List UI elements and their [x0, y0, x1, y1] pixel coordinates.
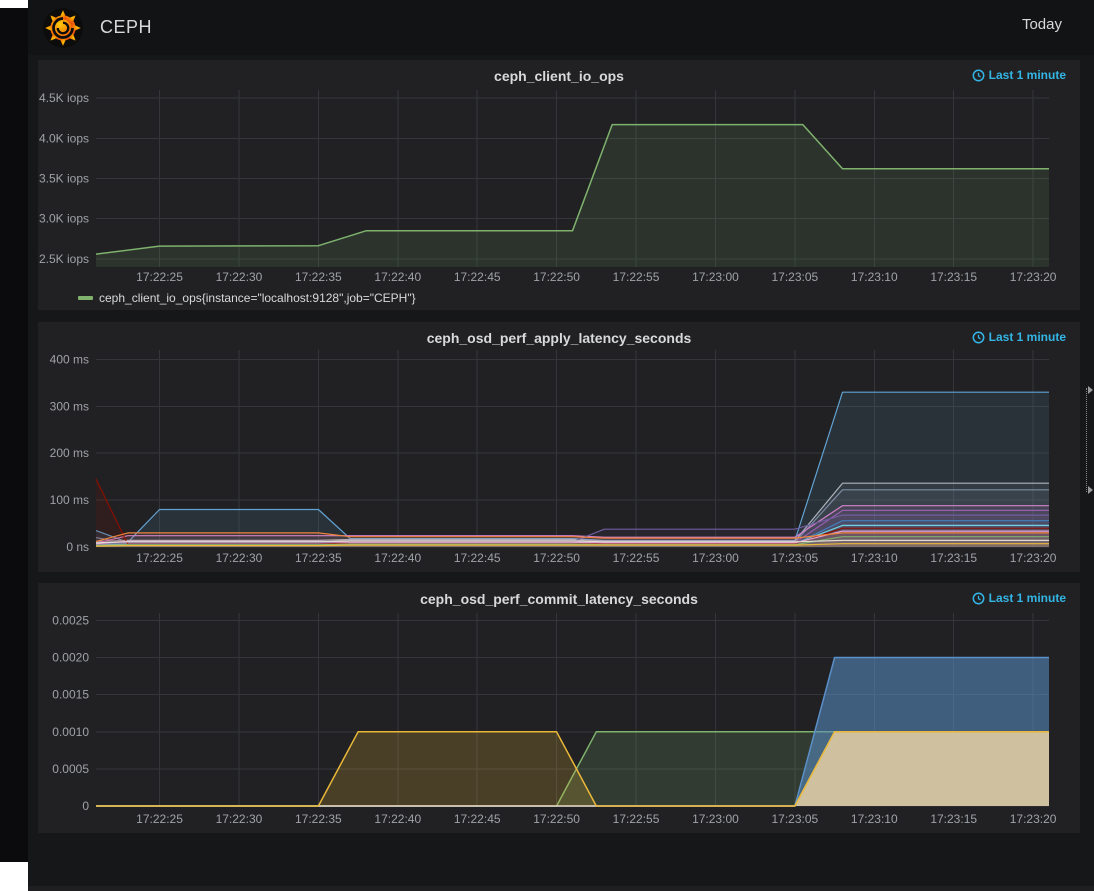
svg-text:17:22:25: 17:22:25	[136, 270, 183, 284]
svg-text:17:23:00: 17:23:00	[692, 812, 739, 826]
chart-ceph-osd-perf-commit-latency[interactable]: 17:22:25 17:22:30 17:22:35 17:22:40 17:22:45…	[38, 583, 1080, 833]
grafana-logo-icon[interactable]	[42, 7, 84, 49]
svg-text:0: 0	[82, 799, 89, 813]
svg-text:17:22:35: 17:22:35	[295, 270, 342, 284]
svg-text:17:22:40: 17:22:40	[374, 270, 421, 284]
panel-title[interactable]: ceph_client_io_ops	[38, 68, 1080, 84]
svg-text:17:22:55: 17:22:55	[613, 270, 660, 284]
panel-ceph-osd-perf-apply-latency: 17:22:25 17:22:30 17:22:35 17:22:40 17:22:45…	[38, 322, 1080, 572]
svg-text:17:22:25: 17:22:25	[136, 812, 183, 826]
time-range-badge[interactable]: Last 1 minute	[972, 68, 1066, 82]
time-picker-button[interactable]: Today	[1022, 16, 1062, 33]
svg-text:4.0K iops: 4.0K iops	[39, 131, 89, 145]
svg-text:17:23:00: 17:23:00	[692, 551, 739, 565]
time-range-label: Last 1 minute	[988, 591, 1066, 605]
legend-label: ceph_client_io_ops{instance="localhost:9…	[99, 291, 416, 305]
svg-text:17:22:50: 17:22:50	[533, 270, 580, 284]
panel-ceph-osd-perf-commit-latency: 17:22:25 17:22:30 17:22:35 17:22:40 17:22:45…	[38, 583, 1080, 833]
panel-ceph-client-io-ops: 17:22:25 17:22:30 17:22:35 17:22:40 17:22:45…	[38, 60, 1080, 310]
clock-icon	[972, 69, 985, 81]
grafana-app: CEPH Today 17:22:25 17:22:30 17:22:35 17:22…	[28, 0, 1094, 886]
dashboard-header: CEPH Today	[28, 0, 1094, 55]
svg-text:17:23:20: 17:23:20	[1010, 812, 1057, 826]
svg-text:17:23:10: 17:23:10	[851, 812, 898, 826]
svg-text:17:23:15: 17:23:15	[930, 551, 977, 565]
svg-text:17:23:15: 17:23:15	[930, 270, 977, 284]
svg-text:400 ms: 400 ms	[50, 352, 89, 366]
time-range-badge[interactable]: Last 1 minute	[972, 330, 1066, 344]
svg-text:17:22:30: 17:22:30	[216, 551, 263, 565]
svg-text:17:23:20: 17:23:20	[1010, 270, 1057, 284]
svg-text:17:22:45: 17:22:45	[454, 270, 501, 284]
svg-text:17:23:10: 17:23:10	[851, 270, 898, 284]
chart-ceph-osd-perf-apply-latency[interactable]: 17:22:25 17:22:30 17:22:35 17:22:40 17:22:45…	[38, 322, 1080, 572]
svg-text:17:22:45: 17:22:45	[454, 551, 501, 565]
svg-text:17:22:40: 17:22:40	[374, 812, 421, 826]
browser-left-edge	[0, 8, 28, 862]
svg-text:0.0015: 0.0015	[52, 688, 89, 702]
svg-text:100 ms: 100 ms	[50, 493, 89, 507]
time-range-label: Last 1 minute	[988, 68, 1066, 82]
svg-text:17:23:00: 17:23:00	[692, 270, 739, 284]
svg-text:17:22:55: 17:22:55	[613, 812, 660, 826]
svg-text:17:23:05: 17:23:05	[772, 270, 819, 284]
svg-text:17:22:30: 17:22:30	[216, 812, 263, 826]
svg-text:17:23:20: 17:23:20	[1010, 551, 1057, 565]
dashboard-title: CEPH	[100, 17, 153, 37]
svg-text:200 ms: 200 ms	[50, 446, 89, 460]
svg-text:0.0025: 0.0025	[52, 613, 89, 627]
legend-color-marker	[78, 296, 93, 300]
svg-text:17:23:05: 17:23:05	[772, 812, 819, 826]
panel-title[interactable]: ceph_osd_perf_commit_latency_seconds	[38, 591, 1080, 607]
svg-text:2.5K iops: 2.5K iops	[39, 252, 89, 266]
legend-item[interactable]: ceph_client_io_ops{instance="localhost:9…	[78, 291, 416, 305]
browser-bottom-edge	[28, 886, 1094, 891]
svg-text:0.0005: 0.0005	[52, 762, 89, 776]
svg-text:0.0010: 0.0010	[52, 725, 89, 739]
svg-text:3.0K iops: 3.0K iops	[39, 212, 89, 226]
time-range-label: Last 1 minute	[988, 330, 1066, 344]
svg-text:17:22:25: 17:22:25	[136, 551, 183, 565]
svg-text:17:23:10: 17:23:10	[851, 551, 898, 565]
svg-text:17:22:35: 17:22:35	[295, 551, 342, 565]
svg-text:4.5K iops: 4.5K iops	[39, 91, 89, 105]
svg-text:17:22:35: 17:22:35	[295, 812, 342, 826]
clock-icon	[972, 592, 985, 604]
svg-text:17:22:45: 17:22:45	[454, 812, 501, 826]
svg-text:300 ms: 300 ms	[50, 399, 89, 413]
svg-text:17:22:50: 17:22:50	[533, 812, 580, 826]
svg-text:17:22:30: 17:22:30	[216, 270, 263, 284]
svg-text:17:23:15: 17:23:15	[930, 812, 977, 826]
svg-text:3.5K iops: 3.5K iops	[39, 172, 89, 186]
svg-text:17:22:55: 17:22:55	[613, 551, 660, 565]
panel-resize-handle[interactable]	[1086, 386, 1094, 494]
svg-text:17:22:40: 17:22:40	[374, 551, 421, 565]
svg-text:17:22:50: 17:22:50	[533, 551, 580, 565]
svg-text:0 ns: 0 ns	[66, 540, 89, 554]
panel-title[interactable]: ceph_osd_perf_apply_latency_seconds	[38, 330, 1080, 346]
svg-text:0.0020: 0.0020	[52, 651, 89, 665]
svg-text:17:23:05: 17:23:05	[772, 551, 819, 565]
chart-ceph-client-io-ops[interactable]: 17:22:25 17:22:30 17:22:35 17:22:40 17:22:45…	[38, 60, 1080, 310]
time-range-badge[interactable]: Last 1 minute	[972, 591, 1066, 605]
clock-icon	[972, 331, 985, 343]
